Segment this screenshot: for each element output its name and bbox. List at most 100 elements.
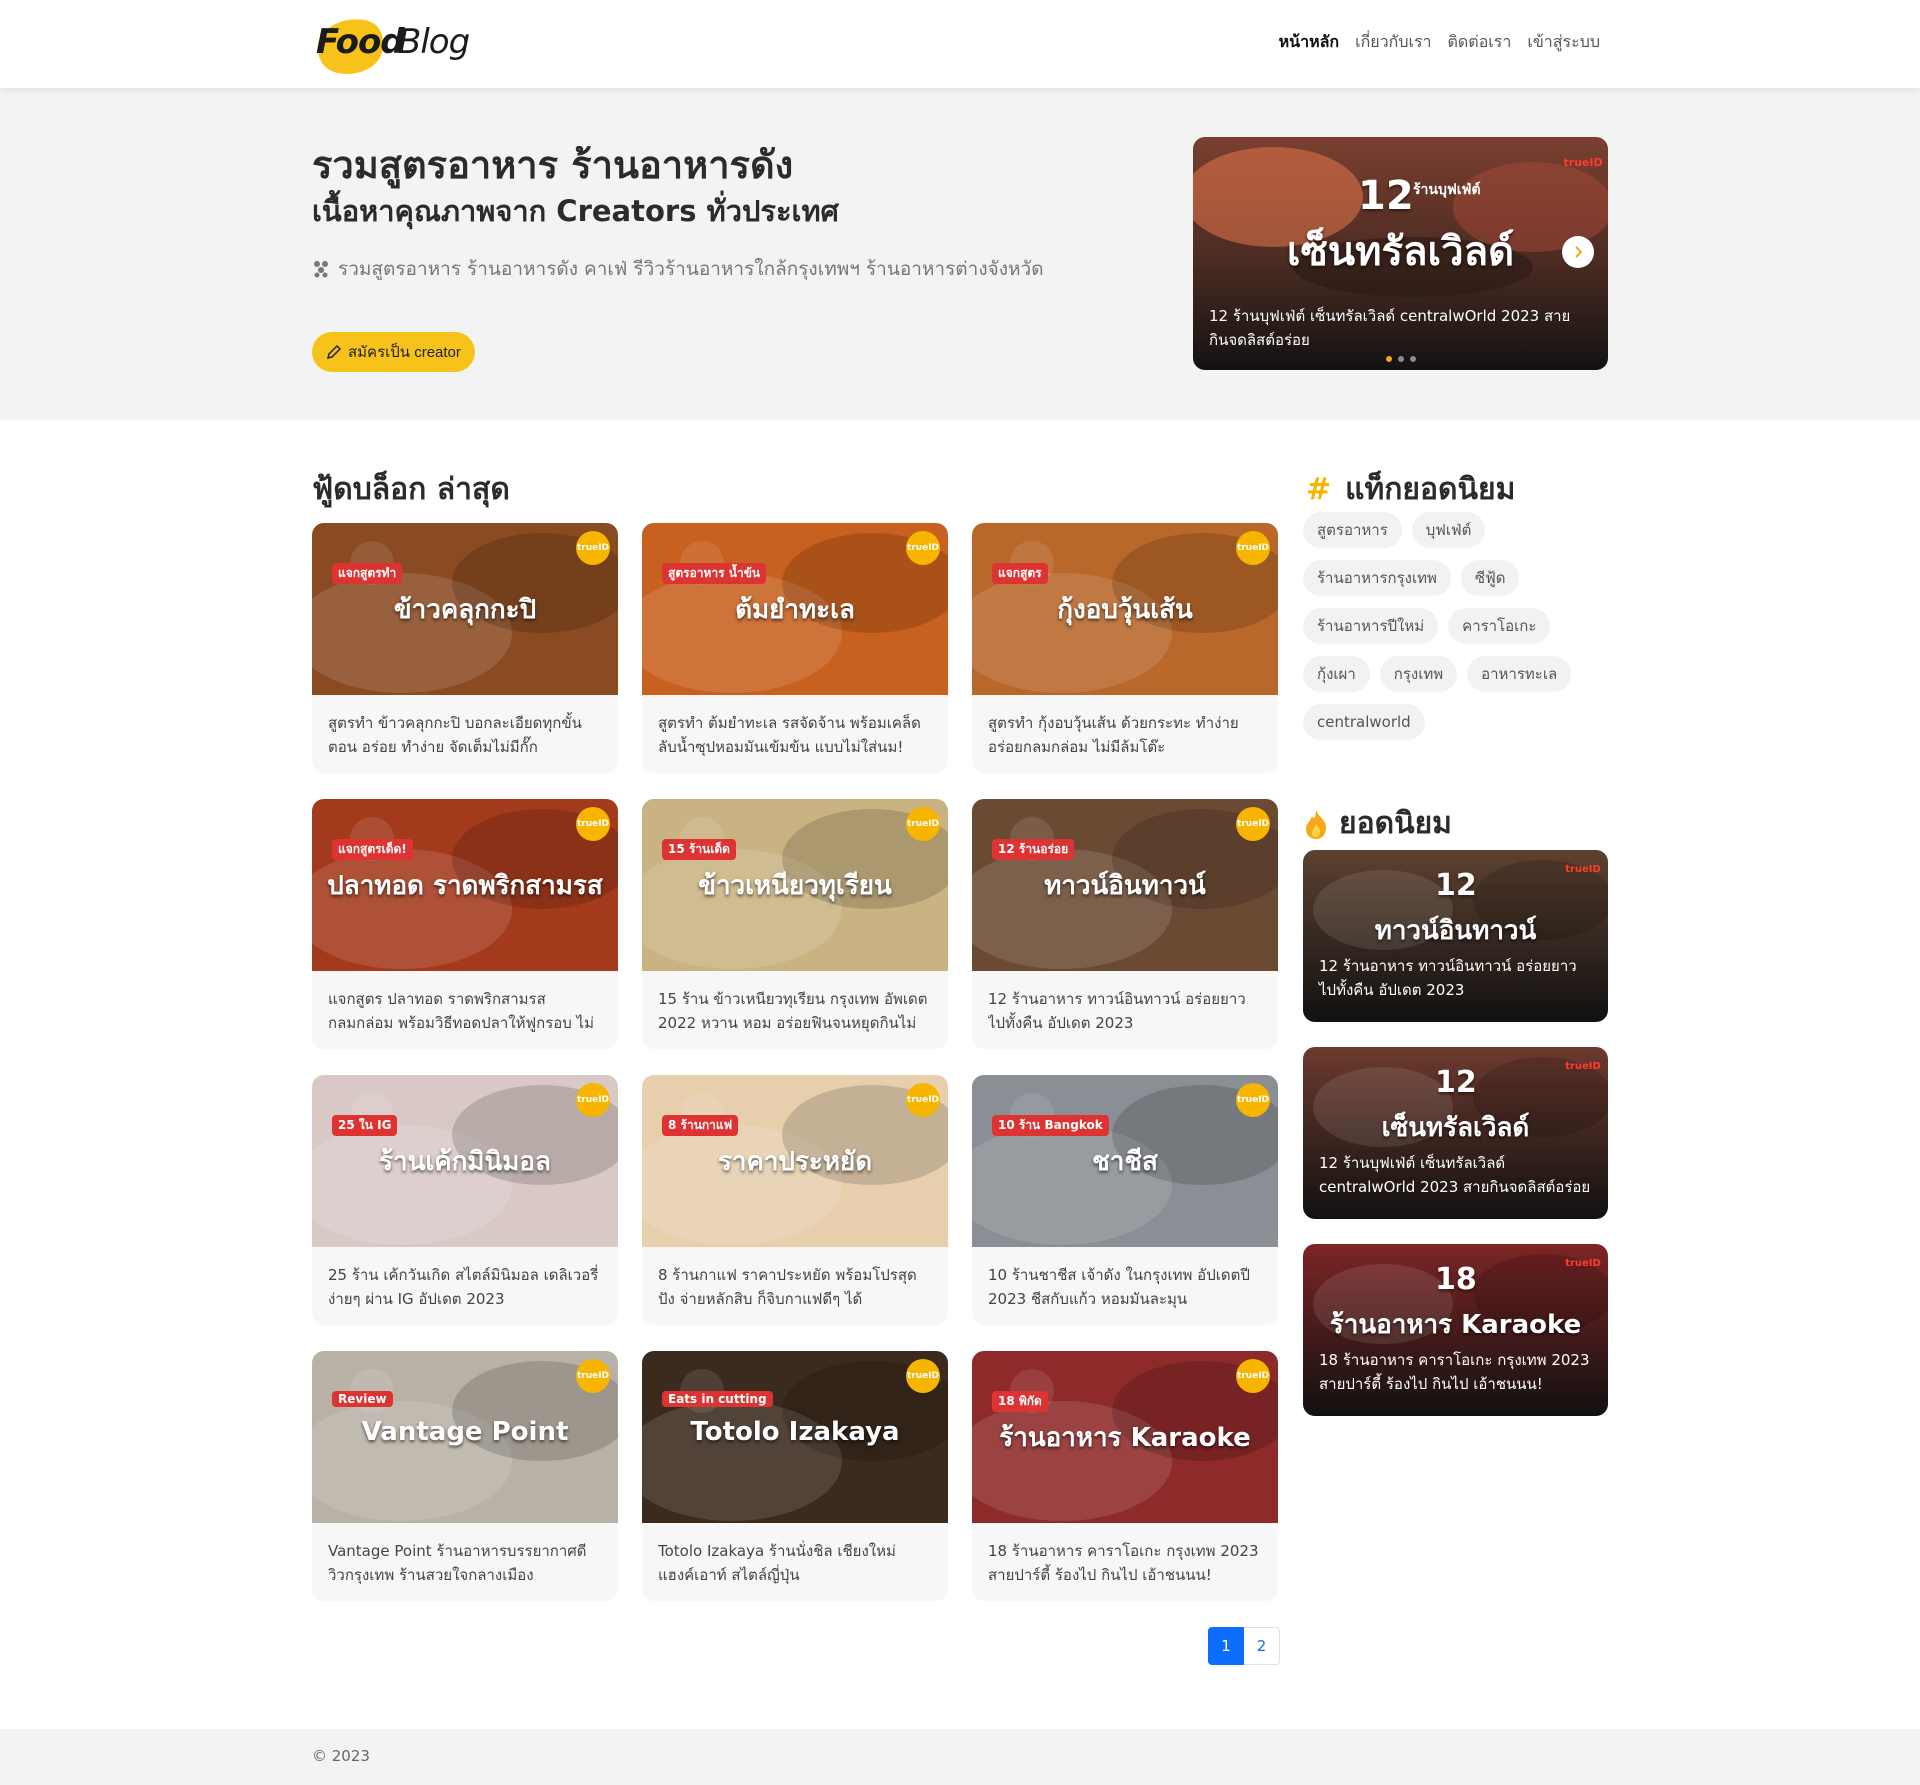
- hero-title: รวมสูตรอาหาร ร้านอาหารดัง: [312, 143, 794, 187]
- popular-post-card[interactable]: 12 ทาวน์อินทาวน์ trueID 12 ร้านอาหาร ทาว…: [1303, 850, 1608, 1022]
- become-creator-button[interactable]: สมัครเป็น creator: [312, 332, 475, 372]
- popular-post-overlay-title: ร้านอาหาร Karaoke: [1329, 1310, 1582, 1340]
- nav-about-link[interactable]: เกี่ยวกับเรา: [1355, 30, 1431, 55]
- pagination: 1 2: [1208, 1627, 1280, 1665]
- blog-card[interactable]: 25 ใน IG ร้านเค้กมินิมอล trueID 25 ร้าน …: [312, 1075, 618, 1325]
- nav-contact-link[interactable]: ติดต่อเรา: [1448, 30, 1512, 55]
- hero-carousel[interactable]: 12 ร้านบุฟเฟ่ต์ เซ็นทรัลเวิลด์ trueID 12…: [1193, 137, 1608, 370]
- blog-card-overlay-title: ชาชีส: [1092, 1147, 1158, 1177]
- trueid-badge: trueID: [1236, 1083, 1270, 1117]
- nav-home-link[interactable]: หน้าหลัก: [1279, 30, 1340, 55]
- blog-card-kicker: Review: [332, 1391, 393, 1407]
- tag-pill[interactable]: คาราโอเกะ: [1448, 608, 1551, 644]
- blog-card-kicker: 18 พิกัด: [992, 1391, 1048, 1412]
- popular-post-card[interactable]: 18 ร้านอาหาร Karaoke trueID 18 ร้านอาหาร…: [1303, 1244, 1608, 1416]
- tag-pill[interactable]: ซีฟู้ด: [1460, 560, 1520, 596]
- blog-card-overlay-title: ทาวน์อินทาวน์: [1044, 871, 1206, 901]
- blog-card[interactable]: 15 ร้านเด็ด ข้าวเหนียวทุเรียน trueID 15 …: [642, 799, 948, 1049]
- blog-card-image: 10 ร้าน Bangkok ชาชีส trueID: [972, 1075, 1278, 1247]
- blog-card[interactable]: 8 ร้านกาแฟ ราคาประหยัด trueID 8 ร้านกาแฟ…: [642, 1075, 948, 1325]
- blog-card[interactable]: Review Vantage Point trueID Vantage Poin…: [312, 1351, 618, 1601]
- carousel-indicators: [1193, 356, 1608, 362]
- page-2-button[interactable]: 2: [1244, 1627, 1280, 1665]
- trueid-badge: trueID: [576, 807, 610, 841]
- tag-pill[interactable]: บุฟเฟ่ต์: [1411, 512, 1486, 548]
- latest-section-title: ฟู้ดบล็อก ล่าสุด: [312, 472, 510, 507]
- carousel-dot-2[interactable]: [1397, 356, 1404, 362]
- footer: © 2023: [0, 1729, 1920, 1785]
- popular-post-caption: 12 ร้านบุฟเฟ่ต์ เซ็นทรัลเวิลด์ centralwO…: [1319, 1154, 1591, 1196]
- hero-section: รวมสูตรอาหาร ร้านอาหารดัง เนื้อหาคุณภาพจ…: [0, 88, 1920, 420]
- blog-card-image: แจกสูตรเด็ด! ปลาทอด ราดพริกสามรส trueID: [312, 799, 618, 971]
- blog-card-kicker: 15 ร้านเด็ด: [662, 839, 736, 860]
- popular-post-number: 12: [1435, 868, 1477, 903]
- blog-card[interactable]: แจกสูตรเด็ด! ปลาทอด ราดพริกสามรส trueID …: [312, 799, 618, 1049]
- trueid-badge: trueID: [576, 1359, 610, 1393]
- blog-card[interactable]: 18 พิกัด ร้านอาหาร Karaoke trueID 18 ร้า…: [972, 1351, 1278, 1601]
- blog-card[interactable]: 10 ร้าน Bangkok ชาชีส trueID 10 ร้านชาชี…: [972, 1075, 1278, 1325]
- blog-card-overlay-title: ปลาทอด ราดพริกสามรส: [327, 871, 603, 901]
- popular-section-title: ยอดนิยม: [1303, 800, 1452, 847]
- tag-pill[interactable]: ร้านอาหารกรุงเทพ: [1303, 560, 1451, 596]
- trueid-badge: trueID: [1565, 863, 1601, 875]
- blog-card-caption: 25 ร้าน เค้กวันเกิด สไตล์มินิมอล เดลิเวอ…: [328, 1266, 599, 1308]
- carousel-dot-1[interactable]: [1385, 356, 1392, 362]
- popular-post-caption: 12 ร้านอาหาร ทาวน์อินทาวน์ อร่อยยาวไปทั้…: [1319, 957, 1577, 999]
- pencil-icon: [326, 344, 342, 360]
- hero-subtitle: เนื้อหาคุณภาพจาก Creators ทั่วประเทศ: [312, 194, 839, 228]
- popular-title-text: ยอดนิยม: [1339, 806, 1452, 841]
- tag-pill[interactable]: ร้านอาหารปีใหม่: [1303, 608, 1439, 644]
- hero-description-text: รวมสูตรอาหาร ร้านอาหารดัง คาเฟ่ รีวิวร้า…: [338, 258, 1044, 280]
- carousel-caption: 12 ร้านบุฟเฟ่ต์ เซ็นทรัลเวิลด์ centralwO…: [1209, 307, 1571, 349]
- blog-card-kicker: สูตรอาหาร น้ำข้น: [662, 563, 767, 584]
- blog-card-caption: Totolo Izakaya ร้านนั่งชิล เชียงใหม่ แฮง…: [658, 1542, 896, 1584]
- page-1-button[interactable]: 1: [1208, 1627, 1244, 1665]
- blog-card[interactable]: แจกสูตรทำ ข้าวคลุกกะปิ trueID สูตรทำ ข้า…: [312, 523, 618, 773]
- carousel-number: 12: [1358, 173, 1414, 219]
- blog-card-image: Eats in cutting Totolo Izakaya trueID: [642, 1351, 948, 1523]
- trueid-badge: trueID: [1236, 807, 1270, 841]
- trueid-badge: trueID: [906, 1359, 940, 1393]
- trueid-badge: trueID: [576, 531, 610, 565]
- footer-copyright: © 2023: [312, 1747, 370, 1765]
- blog-card-overlay-title: Totolo Izakaya: [690, 1417, 900, 1447]
- trueid-badge: trueID: [1236, 531, 1270, 565]
- blog-card-kicker: แจกสูตร: [992, 563, 1048, 584]
- nav-login-link[interactable]: เข้าสู่ระบบ: [1527, 30, 1600, 55]
- tag-pill[interactable]: อาหารทะเล: [1467, 656, 1572, 692]
- trueid-badge: trueID: [1565, 1060, 1601, 1072]
- blog-card[interactable]: สูตรอาหาร น้ำข้น ต้มยำทะเล trueID สูตรทำ…: [642, 523, 948, 773]
- carousel-next-button[interactable]: [1562, 236, 1594, 268]
- blog-card-caption: Vantage Point ร้านอาหารบรรยากาศดี วิวกรุ…: [328, 1542, 587, 1584]
- blog-card-overlay-title: กุ้งอบวุ้นเส้น: [1057, 595, 1193, 625]
- blog-card-kicker: Eats in cutting: [662, 1391, 773, 1407]
- blog-card-image: 18 พิกัด ร้านอาหาร Karaoke trueID: [972, 1351, 1278, 1523]
- hashtag-icon: #: [1306, 472, 1332, 507]
- popular-post-card[interactable]: 12 เซ็นทรัลเวิลด์ trueID 12 ร้านบุฟเฟ่ต์…: [1303, 1047, 1608, 1219]
- blog-card-caption: 8 ร้านกาแฟ ราคาประหยัด พร้อมโปรสุดปัง จ่…: [658, 1266, 917, 1308]
- blog-card-caption: 15 ร้าน ข้าวเหนียวทุเรียน กรุงเทพ อัพเดต…: [658, 990, 928, 1032]
- blog-card-kicker: 12 ร้านอร่อย: [992, 839, 1075, 860]
- blog-card[interactable]: แจกสูตร กุ้งอบวุ้นเส้น trueID สูตรทำ กุ้…: [972, 523, 1278, 773]
- tag-pill[interactable]: สูตรอาหาร: [1303, 512, 1402, 548]
- tag-pill[interactable]: กรุงเทพ: [1379, 656, 1458, 692]
- blog-card-caption: สูตรทำ ข้าวคลุกกะปิ บอกละเอียดทุกขั้นตอน…: [328, 714, 582, 756]
- sparkle-icon: [314, 261, 328, 278]
- site-logo[interactable]: Food Blog: [312, 12, 472, 76]
- blog-card[interactable]: 12 ร้านอร่อย ทาวน์อินทาวน์ trueID 12 ร้า…: [972, 799, 1278, 1049]
- blog-card[interactable]: Eats in cutting Totolo Izakaya trueID To…: [642, 1351, 948, 1601]
- blog-card-caption: 12 ร้านอาหาร ทาวน์อินทาวน์ อร่อยยาวไปทั้…: [988, 990, 1246, 1032]
- blog-card-caption: สูตรทำ กุ้งอบวุ้นเส้น ด้วยกระทะ ทำง่าย อ…: [988, 714, 1239, 756]
- blog-card-overlay-title: ข้าวคลุกกะปิ: [393, 595, 537, 625]
- blog-card-image: แจกสูตรทำ ข้าวคลุกกะปิ trueID: [312, 523, 618, 695]
- popular-post-caption: 18 ร้านอาหาร คาราโอเกะ กรุงเทพ 2023 สายป…: [1319, 1351, 1590, 1393]
- trueid-badge: trueID: [576, 1083, 610, 1117]
- blog-card-kicker: แจกสูตรทำ: [332, 563, 403, 584]
- trueid-badge: trueID: [1565, 1257, 1601, 1269]
- tag-pill[interactable]: กุ้งเผา: [1303, 656, 1370, 692]
- blog-card-kicker: แจกสูตรเด็ด!: [332, 839, 413, 860]
- carousel-dot-3[interactable]: [1409, 356, 1416, 362]
- tag-pill[interactable]: centralworld: [1303, 704, 1425, 740]
- blog-card-image: แจกสูตร กุ้งอบวุ้นเส้น trueID: [972, 523, 1278, 695]
- blog-card-kicker: 25 ใน IG: [332, 1115, 398, 1136]
